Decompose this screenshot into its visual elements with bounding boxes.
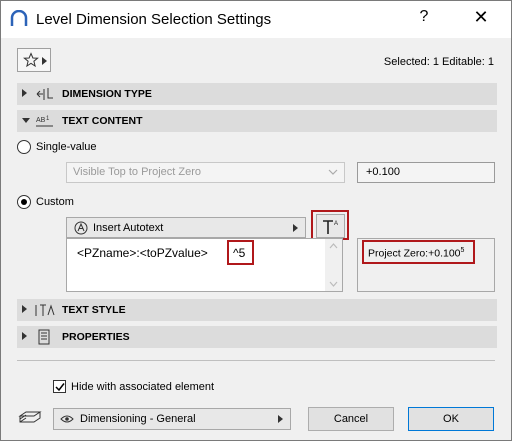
section-label: TEXT STYLE xyxy=(62,304,126,316)
collapse-arrow-icon xyxy=(22,118,30,123)
hide-with-element-label: Hide with associated element xyxy=(71,381,215,393)
textarea-scrollbar[interactable] xyxy=(325,239,342,291)
text-content-icon: AB 1 xyxy=(36,116,53,127)
scroll-down-icon[interactable] xyxy=(329,281,338,287)
section-dimension-type[interactable]: DIMENSION TYPE xyxy=(17,83,497,105)
custom-text-value: <PZname>:<toPZvalue> xyxy=(77,246,208,260)
star-icon xyxy=(23,52,39,68)
cancel-button[interactable]: Cancel xyxy=(308,407,394,431)
custom-text-input[interactable]: <PZname>:<toPZvalue> ^5 xyxy=(66,238,343,292)
autotext-icon xyxy=(74,221,88,235)
highlight-superscript-button xyxy=(311,210,349,240)
section-label: TEXT CONTENT xyxy=(62,115,143,127)
close-button[interactable]: ✕ xyxy=(470,7,492,29)
single-value-radio[interactable] xyxy=(17,140,31,154)
single-value-select[interactable]: Visible Top to Project Zero xyxy=(66,162,345,183)
highlight-preview xyxy=(362,240,475,264)
section-text-content[interactable]: AB 1 TEXT CONTENT xyxy=(17,110,497,132)
chevron-down-icon xyxy=(328,169,338,175)
select-value: Visible Top to Project Zero xyxy=(73,166,201,178)
single-value-label: Single-value xyxy=(36,141,97,153)
expand-arrow-icon xyxy=(22,89,27,97)
expand-arrow-icon xyxy=(22,332,27,340)
favorites-button[interactable] xyxy=(17,48,51,72)
section-text-style[interactable]: TEXT STYLE xyxy=(17,299,497,321)
layer-select[interactable]: Dimensioning - General xyxy=(53,408,291,430)
scroll-up-icon[interactable] xyxy=(329,243,338,249)
section-label: DIMENSION TYPE xyxy=(62,88,152,100)
layers-icon xyxy=(18,411,42,423)
selection-info: Selected: 1 Editable: 1 xyxy=(383,56,494,68)
section-properties[interactable]: PROPERTIES xyxy=(17,326,497,348)
caret-right-icon xyxy=(42,57,47,65)
insert-autotext-button[interactable]: Insert Autotext xyxy=(66,217,306,238)
custom-radio[interactable] xyxy=(17,195,31,209)
divider xyxy=(17,360,495,361)
single-value-field[interactable]: +0.100 xyxy=(357,162,495,183)
ok-button[interactable]: OK xyxy=(408,407,494,431)
properties-icon xyxy=(38,329,50,345)
caret-right-icon xyxy=(293,224,298,232)
hide-with-element-checkbox[interactable] xyxy=(53,380,66,393)
eye-icon xyxy=(60,415,74,423)
app-icon xyxy=(10,10,28,26)
svg-text:AB: AB xyxy=(36,117,46,124)
window-title: Level Dimension Selection Settings xyxy=(36,11,272,28)
custom-label: Custom xyxy=(36,196,74,208)
svg-text:1: 1 xyxy=(46,116,50,122)
autotext-label: Insert Autotext xyxy=(93,222,164,234)
dimension-type-icon xyxy=(36,88,53,100)
checkmark-icon xyxy=(55,383,65,392)
layer-name: Dimensioning - General xyxy=(80,413,196,425)
expand-arrow-icon xyxy=(22,305,27,313)
highlight-superscript-code xyxy=(227,240,254,265)
section-label: PROPERTIES xyxy=(62,331,130,343)
text-style-icon xyxy=(35,304,55,316)
caret-right-icon xyxy=(278,415,283,423)
help-button[interactable]: ? xyxy=(415,8,433,30)
